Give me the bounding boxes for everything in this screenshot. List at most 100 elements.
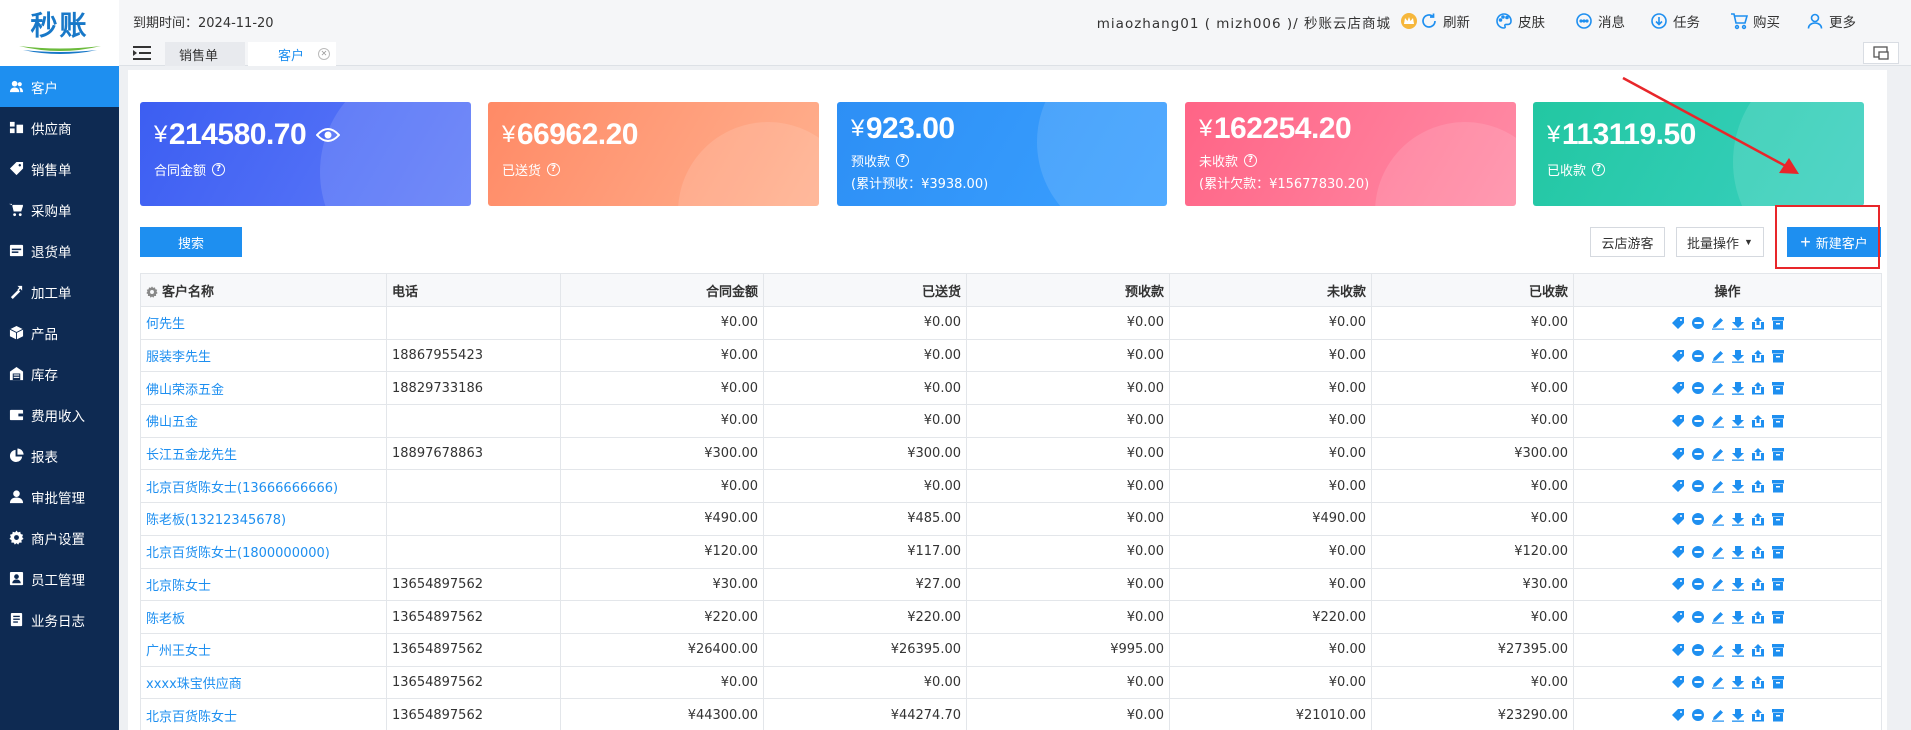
archive-icon[interactable] [1770,413,1786,429]
share-icon[interactable] [1750,380,1766,396]
question-icon[interactable]: ? [1244,154,1258,167]
sidebar-item-8[interactable]: 费用收入 [0,394,119,435]
sidebar-item-1[interactable]: 供应商 [0,107,119,148]
download-icon[interactable] [1730,348,1746,364]
customer-name-link[interactable]: 陈老板(13212345678) [140,502,387,536]
customer-name-link[interactable]: 北京百货陈女士(13666666666) [140,469,387,504]
minus-circle-icon[interactable] [1690,511,1706,527]
gear-icon[interactable] [146,285,158,298]
edit-icon[interactable] [1710,348,1726,364]
tag-icon[interactable] [1670,674,1686,690]
customer-name-link[interactable]: 佛山五金 [140,404,387,438]
archive-icon[interactable] [1770,576,1786,592]
sidebar-item-9[interactable]: 报表 [0,435,119,476]
archive-icon[interactable] [1770,315,1786,331]
share-icon[interactable] [1750,674,1766,690]
eye-icon[interactable] [316,127,341,143]
download-icon[interactable] [1730,642,1746,658]
share-icon[interactable] [1750,348,1766,364]
archive-icon[interactable] [1770,609,1786,625]
customer-name-link[interactable]: 何先生 [140,306,387,340]
guest-button[interactable]: 云店游客 [1590,227,1665,257]
download-icon[interactable] [1730,544,1746,560]
tag-icon[interactable] [1670,348,1686,364]
search-button[interactable]: 搜索 [140,227,242,257]
archive-icon[interactable] [1770,511,1786,527]
minus-circle-icon[interactable] [1690,576,1706,592]
archive-icon[interactable] [1770,544,1786,560]
archive-icon[interactable] [1770,707,1786,723]
menu-toggle-icon[interactable] [133,45,151,61]
minus-circle-icon[interactable] [1690,478,1706,494]
batch-ops-button[interactable]: 批量操作 ▼ [1676,227,1764,257]
tag-icon[interactable] [1670,576,1686,592]
minus-circle-icon[interactable] [1690,609,1706,625]
download-icon[interactable] [1730,380,1746,396]
header-button-refresh[interactable]: 刷新 [1420,11,1470,31]
edit-icon[interactable] [1710,380,1726,396]
sidebar-item-12[interactable]: 员工管理 [0,558,119,599]
tag-icon[interactable] [1670,478,1686,494]
download-icon[interactable] [1730,707,1746,723]
edit-icon[interactable] [1710,478,1726,494]
tag-icon[interactable] [1670,642,1686,658]
archive-icon[interactable] [1770,446,1786,462]
customer-name-link[interactable]: 北京百货陈女士 [140,698,387,730]
archive-icon[interactable] [1770,642,1786,658]
header-button-cart[interactable]: 购买 [1730,11,1780,31]
minus-circle-icon[interactable] [1690,315,1706,331]
customer-name-link[interactable]: 陈老板 [140,600,387,634]
header-button-palette[interactable]: 皮肤 [1495,11,1545,31]
sidebar-item-2[interactable]: 销售单 [0,148,119,189]
tag-icon[interactable] [1670,315,1686,331]
customer-name-link[interactable]: 北京陈女士 [140,567,387,602]
question-icon[interactable]: ? [212,163,226,176]
share-icon[interactable] [1750,609,1766,625]
column-header-0[interactable]: 客户名称 [140,273,387,307]
download-icon[interactable] [1730,315,1746,331]
minus-circle-icon[interactable] [1690,544,1706,560]
share-icon[interactable] [1750,446,1766,462]
tag-icon[interactable] [1670,609,1686,625]
share-icon[interactable] [1750,576,1766,592]
sidebar-item-10[interactable]: 审批管理 [0,476,119,517]
customer-name-link[interactable]: 广州王女士 [140,632,387,667]
question-icon[interactable]: ? [1592,163,1606,176]
edit-icon[interactable] [1710,609,1726,625]
share-icon[interactable] [1750,315,1766,331]
customer-name-link[interactable]: 佛山荣添五金 [140,371,387,406]
edit-icon[interactable] [1710,446,1726,462]
archive-icon[interactable] [1770,348,1786,364]
share-icon[interactable] [1750,642,1766,658]
question-icon[interactable]: ? [547,163,561,176]
minus-circle-icon[interactable] [1690,707,1706,723]
tag-icon[interactable] [1670,511,1686,527]
customer-name-link[interactable]: 服装李先生 [140,338,387,373]
archive-icon[interactable] [1770,674,1786,690]
edit-icon[interactable] [1710,544,1726,560]
sidebar-item-0[interactable]: 客户 [0,66,119,107]
sidebar-item-6[interactable]: 产品 [0,312,119,353]
tag-icon[interactable] [1670,380,1686,396]
tab-sales-order[interactable]: 销售单 [165,42,245,66]
minus-circle-icon[interactable] [1690,348,1706,364]
header-button-message[interactable]: 消息 [1575,11,1625,31]
header-button-user[interactable]: 更多 [1806,11,1856,31]
share-icon[interactable] [1750,707,1766,723]
share-icon[interactable] [1750,478,1766,494]
sidebar-item-4[interactable]: 退货单 [0,230,119,271]
share-icon[interactable] [1750,511,1766,527]
download-icon[interactable] [1730,446,1746,462]
download-icon[interactable] [1730,576,1746,592]
sidebar-item-13[interactable]: 业务日志 [0,599,119,640]
tag-icon[interactable] [1670,413,1686,429]
edit-icon[interactable] [1710,642,1726,658]
download-icon[interactable] [1730,511,1746,527]
customer-name-link[interactable]: xxxx珠宝供应商 [140,665,387,700]
edit-icon[interactable] [1710,413,1726,429]
minus-circle-icon[interactable] [1690,674,1706,690]
minus-circle-icon[interactable] [1690,642,1706,658]
archive-icon[interactable] [1770,478,1786,494]
edit-icon[interactable] [1710,674,1726,690]
download-icon[interactable] [1730,478,1746,494]
